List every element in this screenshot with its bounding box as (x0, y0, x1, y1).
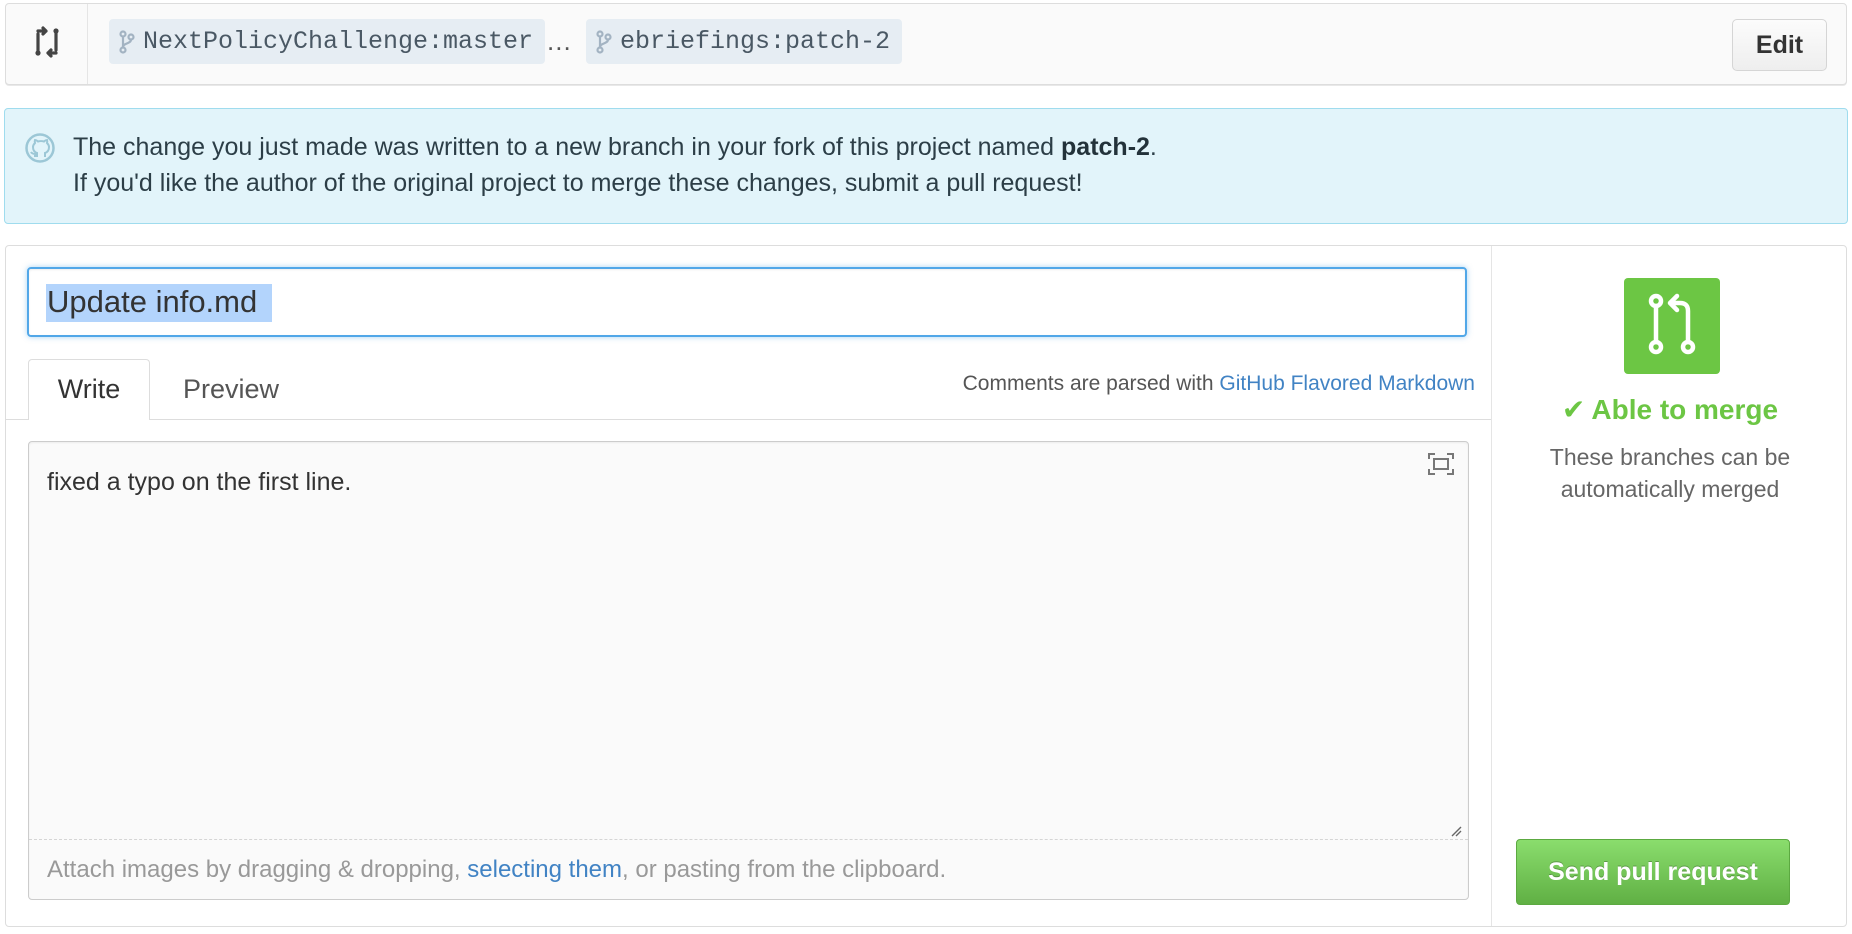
merge-description-line2: automatically merged (1560, 476, 1780, 502)
attach-text: Attach images by dragging & dropping, (47, 856, 468, 883)
merge-description-line1: These branches can be (1549, 444, 1791, 470)
flash-text: The change you just made was written to … (73, 133, 1062, 161)
compare-arrows-icon (32, 25, 62, 63)
octocat-icon (25, 133, 55, 168)
pull-request-icon (1646, 291, 1698, 362)
compare-bar: NextPolicyChallenge:master ... ebriefing… (5, 3, 1847, 85)
compare-icon-cell (6, 4, 88, 84)
base-branch-label: NextPolicyChallenge:master (143, 27, 534, 56)
head-branch-pill[interactable]: ebriefings:patch-2 (586, 19, 903, 64)
send-pull-request-button[interactable]: Send pull request (1516, 839, 1790, 905)
flash-branch-name: patch-2 (1061, 133, 1150, 161)
flash-notice: The change you just made was written to … (4, 108, 1848, 224)
branch-separator: ... (547, 26, 572, 56)
attach-images-bar[interactable]: Attach images by dragging & dropping, se… (29, 839, 1468, 899)
merge-status: ✔ Able to merge (1492, 393, 1848, 426)
check-icon: ✔ (1561, 394, 1586, 425)
active-tab-gap (29, 416, 149, 422)
merge-status-icon-box (1624, 278, 1720, 374)
markdown-hint-text: Comments are parsed with (962, 372, 1220, 395)
markdown-help-link[interactable]: GitHub Flavored Markdown (1219, 372, 1475, 395)
pull-request-composer: Write Preview Comments are parsed with G… (5, 245, 1847, 927)
head-branch-label: ebriefings:patch-2 (620, 27, 891, 56)
merge-description: These branches can be automatically merg… (1492, 441, 1848, 505)
markdown-hint: Comments are parsed with GitHub Flavored… (963, 372, 1475, 396)
git-branch-icon (119, 29, 135, 54)
edit-button[interactable]: Edit (1732, 19, 1827, 71)
select-images-link[interactable]: selecting them (467, 856, 622, 883)
composer-divider (1491, 246, 1492, 926)
tab-bar-divider (6, 419, 1491, 420)
flash-message-line1: The change you just made was written to … (73, 133, 1157, 162)
attach-text-suffix: , or pasting from the clipboard. (622, 856, 947, 883)
pull-request-title-input[interactable] (27, 267, 1467, 337)
comment-body-textarea[interactable]: fixed a typo on the first line. (29, 442, 1468, 836)
fullscreen-icon[interactable] (1428, 453, 1454, 480)
git-branch-icon (596, 29, 612, 54)
comment-body-box: fixed a typo on the first line. Attach i… (28, 441, 1469, 900)
base-branch-pill[interactable]: NextPolicyChallenge:master (109, 19, 546, 64)
flash-message-line2: If you'd like the author of the original… (73, 169, 1083, 197)
tab-preview[interactable]: Preview (166, 359, 296, 420)
flash-period: . (1149, 133, 1157, 161)
tab-write[interactable]: Write (28, 359, 150, 420)
merge-status-label: Able to merge (1591, 394, 1779, 425)
